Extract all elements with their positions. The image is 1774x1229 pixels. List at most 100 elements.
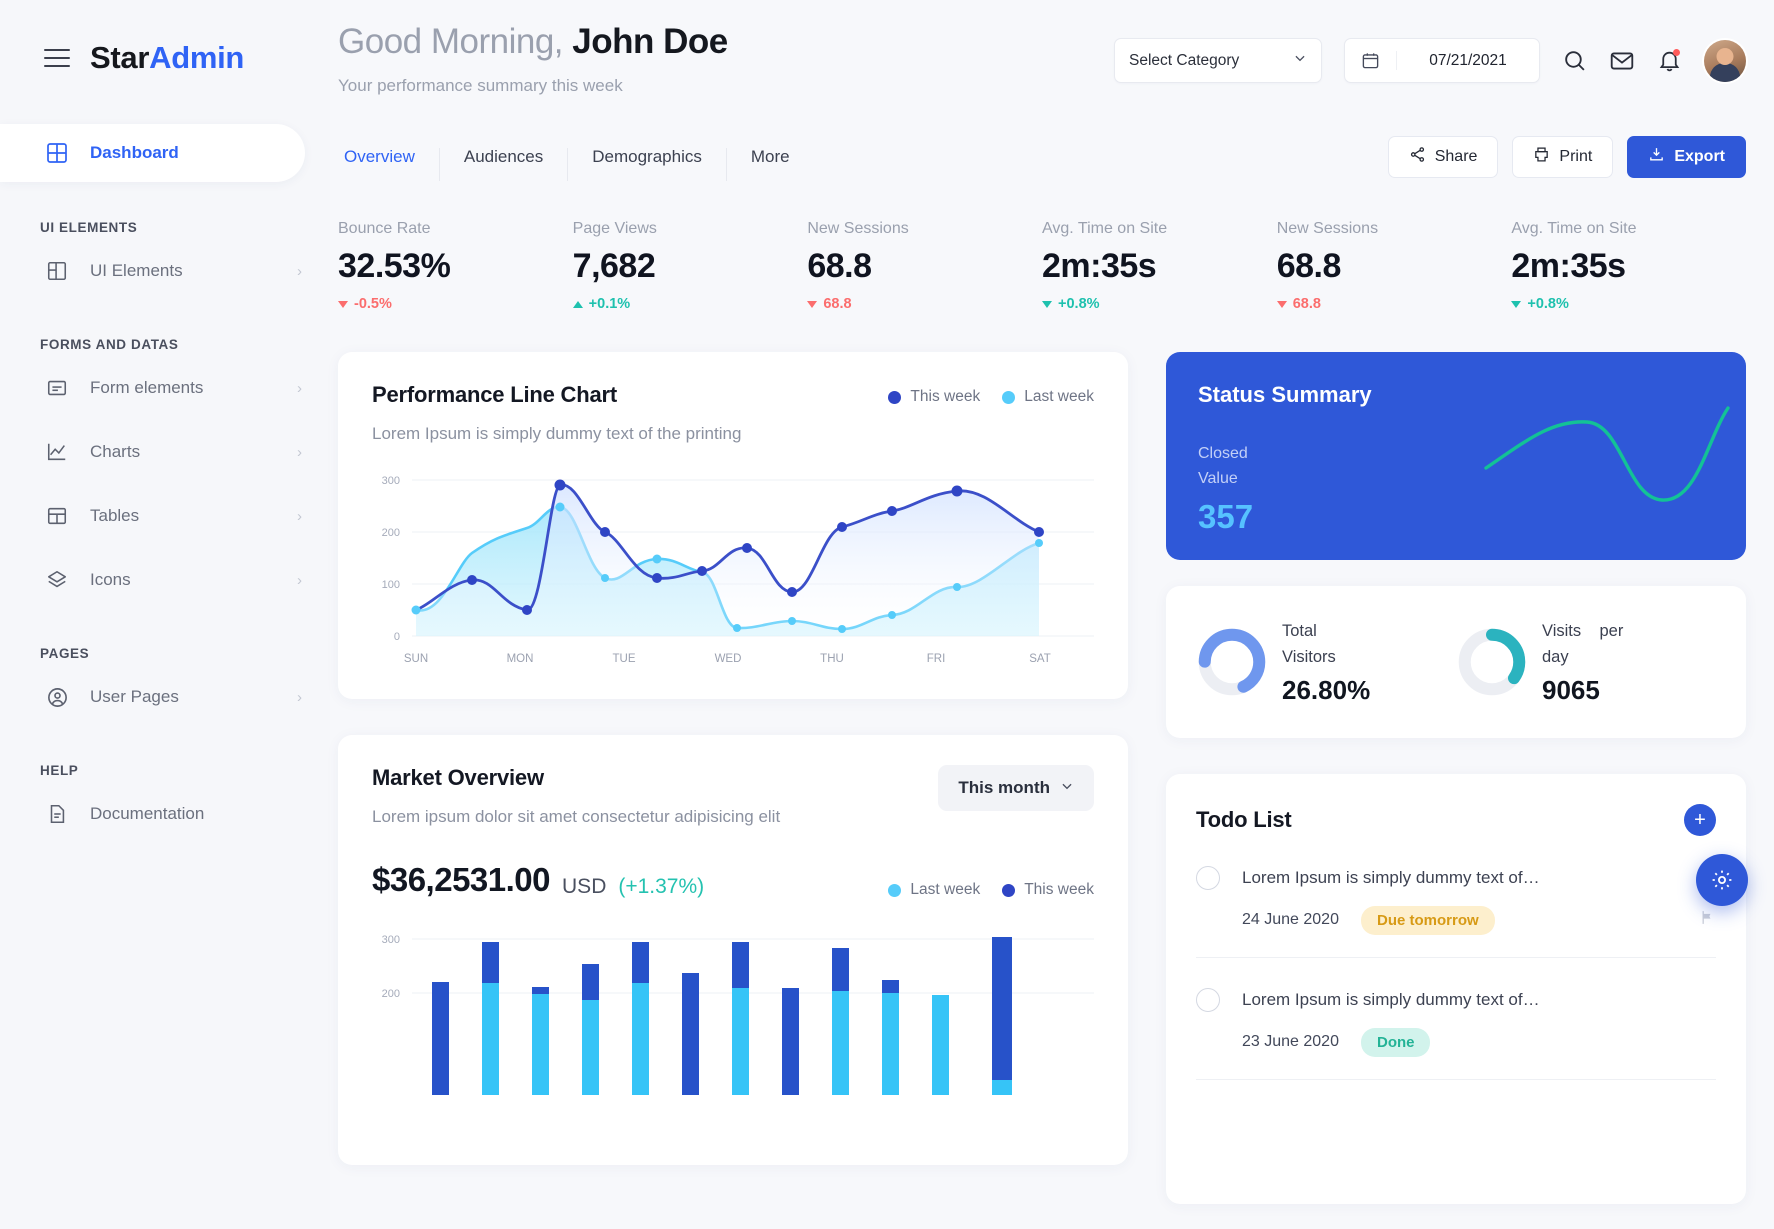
form-icon <box>44 375 70 401</box>
donut-chart-visitors <box>1198 628 1266 696</box>
bell-icon[interactable] <box>1657 48 1682 73</box>
todo-text: Lorem Ipsum is simply dummy text of… <box>1242 867 1540 887</box>
plus-icon[interactable]: + <box>1684 803 1716 836</box>
market-overview-card: Market Overview Lorem ipsum dolor sit am… <box>338 735 1128 1165</box>
chevron-down-icon <box>1293 51 1307 70</box>
performance-line-chart-card: Performance Line Chart Lorem Ipsum is si… <box>338 352 1128 699</box>
chart-legend: This week Last week <box>888 382 1094 406</box>
left-column: Performance Line Chart Lorem Ipsum is si… <box>338 352 1128 1204</box>
donut-label-part2: per <box>1599 622 1624 640</box>
tab-audiences[interactable]: Audiences <box>440 147 569 181</box>
mail-icon[interactable] <box>1609 48 1635 74</box>
sidebar-item-documentation[interactable]: Documentation <box>0 786 330 842</box>
sidebar-item-form-elements[interactable]: Form elements › <box>0 360 330 416</box>
sidebar-item-tables[interactable]: Tables › <box>0 488 330 544</box>
sidebar-item-label: Documentation <box>90 804 205 823</box>
sidebar: StarAdmin Dashboard UI ELEMENTS UI Eleme… <box>0 0 330 1229</box>
kpi-bounce-rate: Bounce Rate 32.53% -0.5% <box>338 220 573 312</box>
dashboard-app: StarAdmin Dashboard UI ELEMENTS UI Eleme… <box>0 0 1774 1229</box>
legend-this-week: This week <box>1002 881 1094 899</box>
todo-checkbox[interactable] <box>1196 865 1220 890</box>
sidebar-item-label: Charts <box>90 442 141 461</box>
sidebar-item-label: UI Elements <box>90 261 183 280</box>
market-legend: Last week This week <box>888 875 1094 899</box>
flag-icon[interactable] <box>1699 909 1716 931</box>
kpi-label: Avg. Time on Site <box>1042 220 1168 237</box>
bar-chart-plot: 300 200 <box>372 925 1094 1100</box>
tab-more[interactable]: More <box>727 148 814 181</box>
donut-label-line1: Visits per <box>1542 618 1623 644</box>
svg-text:FRI: FRI <box>927 653 946 665</box>
tab-overview[interactable]: Overview <box>338 147 440 181</box>
todo-header: Todo List + <box>1196 803 1716 836</box>
kpi-row: Bounce Rate 32.53% -0.5% Page Views 7,68… <box>338 220 1746 312</box>
donut-chart-visits <box>1458 628 1526 696</box>
donut-text: Total Visitors 26.80% <box>1282 618 1370 706</box>
export-button[interactable]: Export <box>1627 136 1746 178</box>
content-grid: Performance Line Chart Lorem Ipsum is si… <box>338 352 1746 1204</box>
brand-text-accent: Admin <box>149 40 245 75</box>
svg-text:SAT: SAT <box>1029 653 1051 665</box>
avatar[interactable] <box>1704 39 1746 82</box>
kpi-delta-text: +0.1% <box>588 296 631 312</box>
sidebar-item-user-pages[interactable]: User Pages › <box>0 669 330 725</box>
svg-text:300: 300 <box>382 934 400 946</box>
sidebar-item-charts[interactable]: Charts › <box>0 424 330 480</box>
brand-logo[interactable]: StarAdmin <box>90 40 244 76</box>
sidebar-section-forms-and-datas: FORMS AND DATAS <box>40 337 179 352</box>
category-select[interactable]: Select Category <box>1114 38 1322 83</box>
greeting-subtitle: Your performance summary this week <box>338 76 623 95</box>
svg-text:200: 200 <box>382 527 400 539</box>
period-label: This month <box>958 778 1050 797</box>
gear-icon[interactable] <box>1696 854 1748 906</box>
category-select-value: Select Category <box>1129 51 1240 69</box>
todo-item-bottom: 24 June 2020 Due tomorrow <box>1196 905 1716 935</box>
legend-last-week: Last week <box>1002 388 1094 406</box>
sidebar-item-label: Form elements <box>90 378 204 397</box>
page-title: Good Morning, John Doe <box>338 22 1114 62</box>
kpi-new-sessions-2: New Sessions 68.8 68.8 <box>1276 220 1512 312</box>
legend-dot <box>888 390 902 404</box>
market-change: (+1.37%) <box>618 875 705 898</box>
tab-demographics[interactable]: Demographics <box>568 147 727 181</box>
print-icon <box>1533 146 1550 168</box>
status-badge: Due tomorrow <box>1360 905 1495 935</box>
sidebar-item-ui-elements[interactable]: UI Elements › <box>0 243 330 299</box>
list-item[interactable]: Lorem Ipsum is simply dummy text of… 24 … <box>1196 836 1716 958</box>
svg-text:SUN: SUN <box>404 653 428 665</box>
sidebar-item-icons[interactable]: Icons › <box>0 552 330 608</box>
legend-dot <box>888 883 902 897</box>
kpi-delta-text: +0.8% <box>1527 296 1569 312</box>
chevron-right-icon: › <box>297 379 302 397</box>
hamburger-menu-icon[interactable] <box>44 49 70 67</box>
action-buttons: Share Print Export <box>1387 136 1746 192</box>
share-button[interactable]: Share <box>1387 136 1499 178</box>
print-button[interactable]: Print <box>1512 136 1614 178</box>
sidebar-section-ui-elements: UI ELEMENTS <box>40 220 138 235</box>
kpi-label: New Sessions <box>807 220 909 237</box>
chevron-right-icon: › <box>297 507 302 525</box>
user-circle-icon <box>44 684 70 710</box>
kpi-label: Bounce Rate <box>338 220 431 237</box>
card-title: Todo List <box>1196 806 1292 832</box>
sidebar-item-label: Icons <box>90 570 131 589</box>
top-controls: Select Category 07/21/2021 <box>1114 22 1746 83</box>
kpi-delta: +0.8% <box>1511 296 1746 312</box>
market-price: $36,2531.00 <box>372 861 551 898</box>
search-icon[interactable] <box>1562 48 1587 73</box>
kpi-new-sessions-1: New Sessions 68.8 68.8 <box>807 220 1042 312</box>
todo-checkbox[interactable] <box>1196 987 1220 1012</box>
date-picker[interactable]: 07/21/2021 <box>1344 38 1540 83</box>
todo-date: 23 June 2020 <box>1242 1033 1339 1051</box>
kpi-delta-text: 68.8 <box>823 296 852 312</box>
list-item[interactable]: Lorem Ipsum is simply dummy text of… 23 … <box>1196 958 1716 1080</box>
svg-text:THU: THU <box>820 653 844 665</box>
sidebar-item-dashboard[interactable]: Dashboard <box>0 124 305 182</box>
triangle-down-icon <box>338 300 348 308</box>
period-selector[interactable]: This month <box>938 765 1094 811</box>
kpi-value: 68.8 <box>807 247 872 285</box>
share-icon <box>1409 146 1426 168</box>
main-content: Good Morning, John Doe Your performance … <box>330 0 1774 1229</box>
kpi-delta-text: 68.8 <box>1292 296 1321 312</box>
legend-last-week: Last week <box>888 881 980 899</box>
